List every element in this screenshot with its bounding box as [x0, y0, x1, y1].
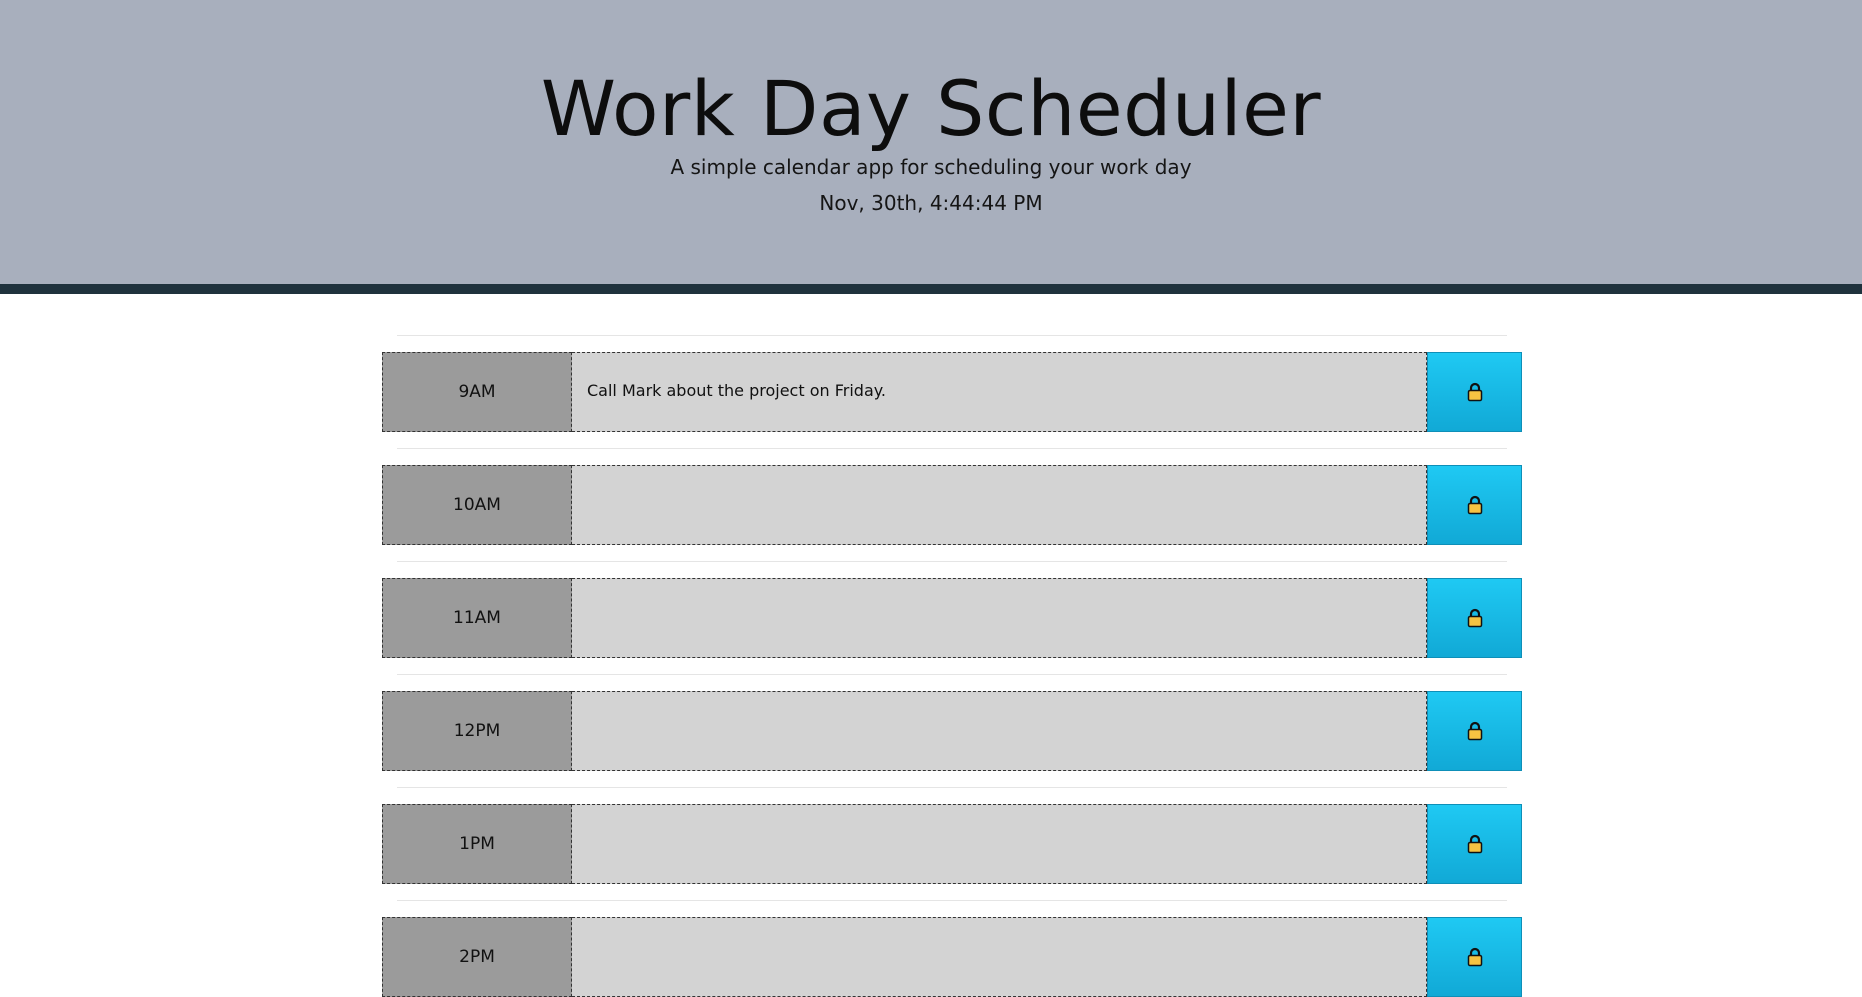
description-input[interactable] [572, 465, 1427, 545]
hour-label: 12PM [382, 691, 572, 771]
lock-icon [1467, 382, 1482, 402]
description-input[interactable] [572, 804, 1427, 884]
divider [397, 900, 1507, 901]
description-input[interactable] [572, 691, 1427, 771]
schedule-container: 9AM Call Mark about the project on Frida… [382, 294, 1522, 997]
page-subtitle: A simple calendar app for scheduling you… [670, 155, 1192, 179]
description-input[interactable] [572, 578, 1427, 658]
lock-icon [1467, 834, 1482, 854]
lock-icon [1467, 608, 1482, 628]
divider [397, 335, 1507, 336]
time-block-12pm: 12PM [382, 691, 1522, 771]
save-button[interactable] [1427, 465, 1522, 545]
description-input[interactable]: Call Mark about the project on Friday. [572, 352, 1427, 432]
hour-label: 2PM [382, 917, 572, 997]
divider [397, 674, 1507, 675]
time-block-1pm: 1PM [382, 804, 1522, 884]
save-button[interactable] [1427, 917, 1522, 997]
save-button[interactable] [1427, 691, 1522, 771]
save-button[interactable] [1427, 578, 1522, 658]
time-block-11am: 11AM [382, 578, 1522, 658]
lock-icon [1467, 947, 1482, 967]
hour-label: 10AM [382, 465, 572, 545]
description-input[interactable] [572, 917, 1427, 997]
header: Work Day Scheduler A simple calendar app… [0, 0, 1862, 294]
current-day: Nov, 30th, 4:44:44 PM [819, 191, 1043, 215]
lock-icon [1467, 721, 1482, 741]
page-title: Work Day Scheduler [540, 64, 1322, 153]
hour-label: 9AM [382, 352, 572, 432]
hour-label: 1PM [382, 804, 572, 884]
save-button[interactable] [1427, 352, 1522, 432]
save-button[interactable] [1427, 804, 1522, 884]
time-block-2pm: 2PM [382, 917, 1522, 997]
divider [397, 448, 1507, 449]
time-block-10am: 10AM [382, 465, 1522, 545]
time-block-9am: 9AM Call Mark about the project on Frida… [382, 352, 1522, 432]
divider [397, 561, 1507, 562]
divider [397, 787, 1507, 788]
hour-label: 11AM [382, 578, 572, 658]
lock-icon [1467, 495, 1482, 515]
